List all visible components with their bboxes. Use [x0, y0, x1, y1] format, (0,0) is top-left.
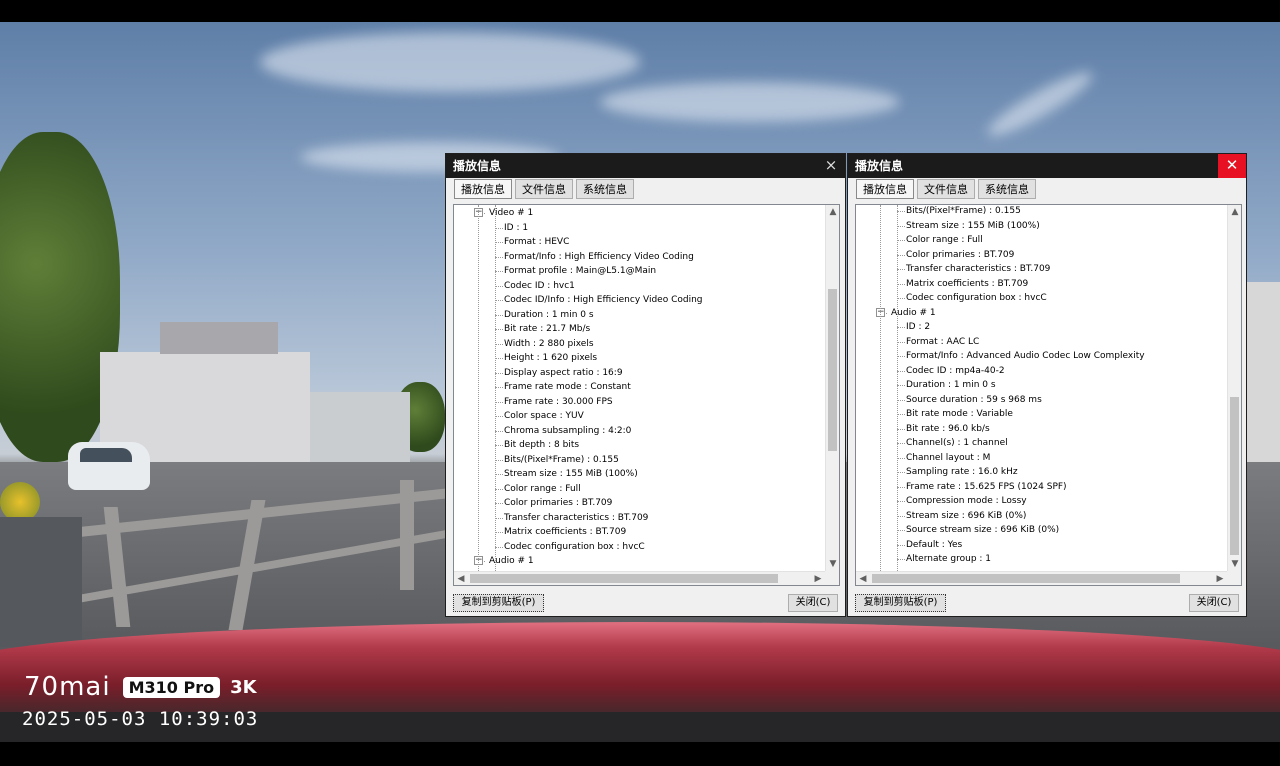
scroll-right-icon[interactable]: ▶	[1213, 572, 1227, 585]
tree-content: Video # 1− ID : 1 Format : HEVC Format/Info…	[454, 205, 825, 571]
tree-item[interactable]: Compression mode : Lossy	[906, 494, 1027, 508]
tab-bar: 播放信息 文件信息 系统信息	[856, 179, 1036, 199]
tree-item[interactable]: Frame rate mode : Constant	[504, 380, 631, 394]
tab-playback-info[interactable]: 播放信息	[856, 179, 914, 199]
car	[68, 442, 150, 490]
scroll-up-icon[interactable]: ▲	[826, 205, 839, 219]
tab-file-info[interactable]: 文件信息	[917, 179, 975, 199]
scroll-thumb[interactable]	[470, 574, 778, 583]
tree-item[interactable]: Channel layout : M	[906, 451, 990, 465]
tree-item[interactable]: Sampling rate : 16.0 kHz	[906, 465, 1018, 479]
tree-item[interactable]: Color primaries : BT.709	[906, 248, 1014, 262]
tree-item[interactable]: Frame rate : 15.625 FPS (1024 SPF)	[906, 480, 1067, 494]
vertical-scrollbar[interactable]: ▲ ▼	[825, 205, 839, 571]
tree-item[interactable]: Codec configuration box : hvcC	[504, 540, 645, 554]
tree-item[interactable]: Bit rate : 96.0 kb/s	[906, 422, 990, 436]
tab-file-info[interactable]: 文件信息	[515, 179, 573, 199]
tree-item[interactable]: Channel(s) : 1 channel	[906, 436, 1008, 450]
resolution-label: 3K	[230, 676, 257, 698]
tree-item[interactable]: Duration : 1 min 0 s	[504, 308, 594, 322]
tree-item[interactable]: Width : 2 880 pixels	[504, 337, 594, 351]
tree-item[interactable]: ID : 2	[906, 320, 930, 334]
tree-item[interactable]: Format/Info : Advanced Audio Codec Low C…	[906, 349, 1145, 363]
tree-item[interactable]: Bits/(Pixel*Frame) : 0.155	[504, 453, 619, 467]
tree-item[interactable]: Bit depth : 8 bits	[504, 438, 579, 452]
timestamp: 2025-05-03 10:39:03	[22, 708, 259, 730]
copy-to-clipboard-button[interactable]: 复制到剪贴板(P)	[855, 594, 946, 612]
tree-item[interactable]: Codec ID : hvc1	[504, 279, 575, 293]
scroll-right-icon[interactable]: ▶	[811, 572, 825, 585]
tree-item[interactable]: Format profile : Main@L5.1@Main	[504, 264, 656, 278]
scroll-thumb[interactable]	[828, 289, 837, 451]
tree-item[interactable]: Format : AAC LC	[906, 335, 979, 349]
tree-item[interactable]: Transfer characteristics : BT.709	[906, 262, 1050, 276]
tree-item[interactable]: Stream size : 155 MiB (100%)	[906, 219, 1040, 233]
tree-item[interactable]: Alternate group : 1	[906, 552, 991, 566]
tree-content: Bits/(Pixel*Frame) : 0.155 Stream size : …	[856, 205, 1227, 571]
tab-system-info[interactable]: 系统信息	[978, 179, 1036, 199]
tree-item[interactable]: Bit rate : 21.7 Mb/s	[504, 322, 590, 336]
tree-item[interactable]: Color primaries : BT.709	[504, 496, 612, 510]
tab-system-info[interactable]: 系统信息	[576, 179, 634, 199]
scroll-down-icon[interactable]: ▼	[826, 557, 839, 571]
scroll-thumb[interactable]	[872, 574, 1180, 583]
tree-item[interactable]: Matrix coefficients : BT.709	[504, 525, 626, 539]
scroll-thumb[interactable]	[1230, 397, 1239, 555]
copy-to-clipboard-button[interactable]: 复制到剪贴板(P)	[453, 594, 544, 612]
tree-item[interactable]: Source duration : 59 s 968 ms	[906, 393, 1042, 407]
tree-item[interactable]: Color space : YUV	[504, 409, 584, 423]
tree-item[interactable]: Bit rate mode : Variable	[906, 407, 1013, 421]
tree-item[interactable]: Codec ID : mp4a-40-2	[906, 364, 1005, 378]
tree-item[interactable]: Matrix coefficients : BT.709	[906, 277, 1028, 291]
vertical-scrollbar[interactable]: ▲ ▼	[1227, 205, 1241, 571]
tree-item[interactable]: Color range : Full	[906, 233, 983, 247]
dialog-title: 播放信息	[855, 159, 904, 173]
model-badge: M310 Pro	[122, 676, 221, 698]
tab-bar: 播放信息 文件信息 系统信息	[454, 179, 634, 199]
tree-item[interactable]: Stream size : 696 KiB (0%)	[906, 509, 1026, 523]
tree-item[interactable]: Display aspect ratio : 16:9	[504, 366, 623, 380]
tree-item[interactable]: Transfer characteristics : BT.709	[504, 511, 648, 525]
tree-item[interactable]: Format : HEVC	[504, 235, 569, 249]
tree-item[interactable]: Height : 1 620 pixels	[504, 351, 597, 365]
info-tree-view[interactable]: Bits/(Pixel*Frame) : 0.155 Stream size : …	[855, 204, 1242, 586]
tree-item[interactable]: ID : 1	[504, 221, 528, 235]
close-icon[interactable]: ✕	[1218, 154, 1246, 178]
tree-item[interactable]: Default : Yes	[906, 538, 962, 552]
close-button[interactable]: 关闭(C)	[788, 594, 838, 612]
scroll-up-icon[interactable]: ▲	[1228, 205, 1241, 219]
tree-item[interactable]: Stream size : 155 MiB (100%)	[504, 467, 638, 481]
scroll-left-icon[interactable]: ◀	[454, 572, 468, 585]
close-icon[interactable]: ×	[817, 154, 845, 178]
tree-item[interactable]: Format/Info : High Efficiency Video Codi…	[504, 250, 694, 264]
scroll-left-icon[interactable]: ◀	[856, 572, 870, 585]
tree-item[interactable]: Frame rate : 30.000 FPS	[504, 395, 613, 409]
playback-info-dialog-right: 播放信息 ✕ 播放信息 文件信息 系统信息 Bits/(Pixel*Frame)…	[847, 153, 1247, 617]
tree-item[interactable]: Color range : Full	[504, 482, 581, 496]
tree-item[interactable]: Chroma subsampling : 4:2:0	[504, 424, 631, 438]
playback-info-dialog-left: 播放信息 × 播放信息 文件信息 系统信息 Video # 1− ID : 1 Fo…	[445, 153, 846, 617]
tree-item[interactable]: Duration : 1 min 0 s	[906, 378, 996, 392]
dialog-titlebar[interactable]: 播放信息 ×	[446, 154, 845, 178]
brand-logo: 70mai	[24, 672, 111, 702]
tab-playback-info[interactable]: 播放信息	[454, 179, 512, 199]
horizontal-scrollbar[interactable]: ◀ ▶	[856, 571, 1227, 585]
tree-item[interactable]: Source stream size : 696 KiB (0%)	[906, 523, 1059, 537]
horizontal-scrollbar[interactable]: ◀ ▶	[454, 571, 825, 585]
tree-item[interactable]: Codec configuration box : hvcC	[906, 291, 1047, 305]
scroll-down-icon[interactable]: ▼	[1228, 557, 1241, 571]
info-tree-view[interactable]: Video # 1− ID : 1 Format : HEVC Format/Info…	[453, 204, 840, 586]
tree-item[interactable]: Codec ID/Info : High Efficiency Video Co…	[504, 293, 703, 307]
dialog-titlebar[interactable]: 播放信息 ✕	[848, 154, 1246, 178]
tree-item[interactable]: Bits/(Pixel*Frame) : 0.155	[906, 205, 1021, 218]
dialog-title: 播放信息	[453, 159, 502, 173]
close-button[interactable]: 关闭(C)	[1189, 594, 1239, 612]
watermark-brand: 70mai M310 Pro 3K	[24, 672, 257, 702]
